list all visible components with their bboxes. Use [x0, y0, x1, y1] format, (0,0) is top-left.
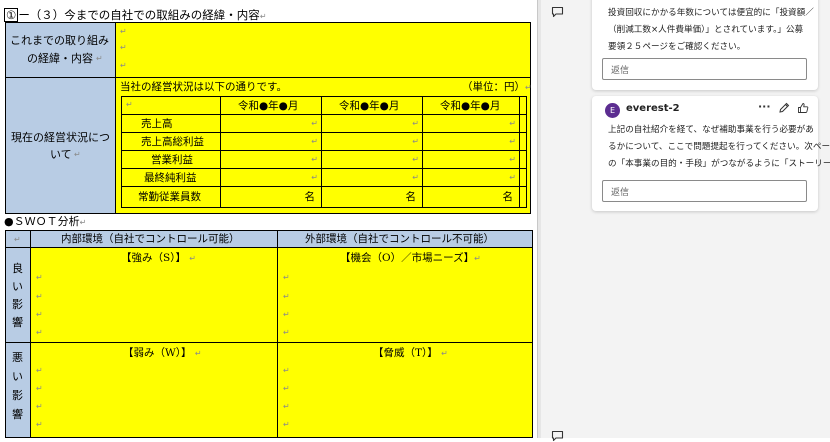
heading-number: ① [4, 8, 19, 22]
more-options-button[interactable]: ··· [758, 100, 771, 113]
avatar: E [605, 103, 620, 118]
comment-card-1[interactable]: 投資回収にかかる年数については便宜的に「投資額／ （削減工数×人件費単価）」とさ… [592, 0, 818, 90]
swot-opportunity-cell[interactable]: 【機会（O）／市場ニーズ】↵ ↵ ↵ ↵ ↵ [277, 247, 533, 343]
comment-card-2[interactable]: E everest-2 ··· 上記の自社紹介を経て、なぜ補助事業を行う必要があ… [592, 96, 830, 211]
heading-text: ー（３）今までの自社での取組みの経緯・内容 [18, 8, 260, 22]
strength-heading: 【強み（S）】 ↵ [121, 252, 196, 264]
fin-period-header-1: 令和●年●月 [220, 96, 322, 115]
fin-row-label-gross-profit: 売上高総利益 [121, 132, 221, 151]
finance-unit-text: （単位：円）↵ [462, 81, 532, 93]
swot-strength-cell[interactable]: 【強み（S）】 ↵ ↵ ↵ ↵ ↵ [30, 247, 278, 343]
swot-weakness-cell[interactable]: 【弱み（W）】 ↵ ↵ ↵ ↵ ↵ [30, 342, 278, 438]
comment-icon[interactable] [551, 6, 564, 18]
fin-cell[interactable]: ↵ [220, 150, 322, 169]
swot-external-header: 外部環境（自社でコントロール不可能） [277, 230, 533, 248]
weakness-heading: 【弱み（W）】 ↵ [123, 347, 202, 359]
fin-cell-employees[interactable]: 名 [422, 186, 520, 208]
finance-label-cell: 現在の経営状況につ いて ↵ [5, 77, 116, 214]
fin-cell[interactable]: ↵ [422, 114, 520, 133]
fin-cell[interactable]: ↵ [422, 132, 520, 151]
threat-heading: 【脅威（T）】 ↵ [373, 347, 448, 359]
swot-good-label: 良 い 影 響 [5, 247, 31, 343]
fin-cell[interactable]: ↵ [321, 168, 423, 187]
comment-gutter [541, 0, 574, 442]
fin-cell-employees[interactable]: 名 [220, 186, 322, 208]
history-content-cell[interactable]: ↵ ↵ ↵ [115, 22, 531, 78]
fin-cell[interactable]: ↵ [220, 132, 322, 151]
fin-cell[interactable]: ↵ [220, 168, 322, 187]
fin-cell[interactable]: ↵ [321, 114, 423, 133]
fin-cell[interactable]: ↵ [422, 150, 520, 169]
fin-cell[interactable]: ↵ [321, 150, 423, 169]
edit-icon[interactable] [778, 102, 790, 114]
swot-threat-cell[interactable]: 【脅威（T）】 ↵ ↵ ↵ ↵ ↵ [277, 342, 533, 438]
fin-cell[interactable]: ↵ [321, 132, 423, 151]
swot-internal-header: 内部環境（自社でコントロール可能） [30, 230, 278, 248]
swot-bad-label: 悪 い 影 響 [5, 342, 31, 438]
comment-author: everest-2 [626, 103, 680, 114]
swot-corner-cell: ↵ [5, 230, 31, 248]
fin-row-label-operating-profit: 営業利益 [121, 150, 221, 169]
fin-cell[interactable]: ↵ [422, 168, 520, 187]
fin-row-label-employees: 常勤従業員数 [121, 186, 221, 208]
fin-row-label-net-profit: 最終純利益 [121, 168, 221, 187]
history-label-cell: これまでの取り組み の経緯・内容 ↵ [5, 22, 116, 78]
fin-row-label-sales: 売上高 [121, 114, 221, 133]
swot-title[interactable]: ●ＳＷＯＴ分析↵ [4, 215, 86, 230]
like-icon[interactable] [797, 102, 809, 114]
document-page[interactable]: ① ー（３）今までの自社での取組みの経緯・内容 ↵ これまでの取り組み の経緯・内容… [0, 0, 537, 438]
fin-header-blank: ↵ [121, 96, 221, 115]
reply-input[interactable]: 返信 [602, 58, 807, 80]
fin-period-header-3: 令和●年●月 [422, 96, 520, 115]
comment-icon[interactable] [551, 430, 564, 442]
fin-period-header-2: 令和●年●月 [321, 96, 423, 115]
reply-input[interactable]: 返信 [602, 180, 807, 202]
fin-cell[interactable]: ↵ [220, 114, 322, 133]
fin-end-col [519, 96, 527, 115]
opportunity-heading: 【機会（O）／市場ニーズ】↵ [340, 252, 481, 264]
fin-cell-employees[interactable]: 名 [321, 186, 423, 208]
finance-intro-text: 当社の経営状況は以下の通りです。 [120, 81, 287, 93]
